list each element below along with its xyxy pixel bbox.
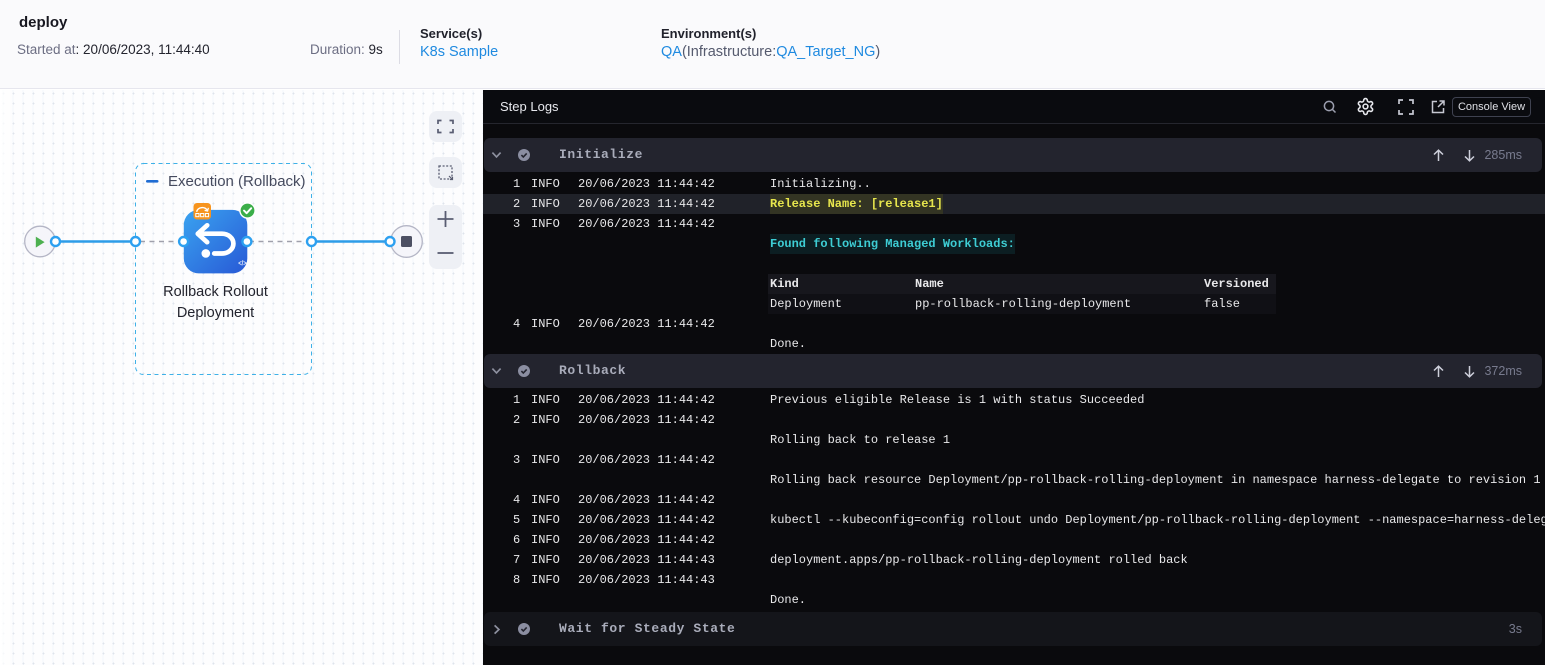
svg-text:</>: </> bbox=[238, 259, 247, 268]
